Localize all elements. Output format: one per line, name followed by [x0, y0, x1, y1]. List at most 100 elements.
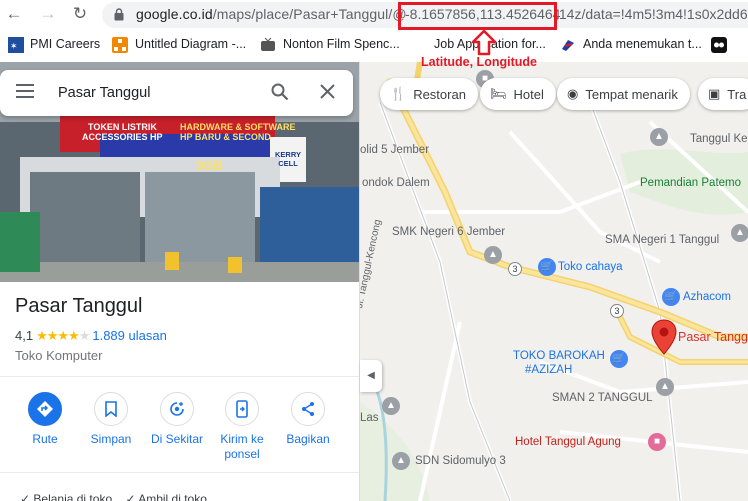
reviews-link[interactable]: 1.889 ulasan [92, 328, 166, 343]
check-icon: ✓ [20, 492, 34, 501]
poi-icon-sman2[interactable]: ▲ [656, 378, 674, 396]
chip-hotel-label: Hotel [513, 86, 544, 102]
action-simpan[interactable]: Simpan [76, 392, 146, 447]
photo-sign-4: HP BARU & SECOND [180, 132, 271, 142]
place-panel: TOKEN LISTRIK ACCESSORIES HP HARDWARE & … [0, 62, 360, 501]
rating-value: 4,1 [15, 328, 34, 343]
poi-icon-las[interactable]: ▲ [382, 397, 400, 415]
divider [0, 472, 359, 473]
selected-place-pin-icon[interactable] [651, 319, 677, 355]
media-icon[interactable] [711, 37, 727, 53]
chip-transit-label: Tra [727, 86, 747, 102]
reload-button[interactable]: ↻ [70, 4, 90, 24]
photo-sign-2: ACCESSORIES HP [82, 132, 163, 142]
map-label-toko-cahaya: Toko cahaya [558, 261, 623, 273]
restaurant-icon: 🍴 [390, 86, 407, 101]
map-label-barokah-2: #AZIZAH [525, 364, 573, 376]
chip-tempat-label: Tempat menarik [585, 86, 678, 102]
map-label-sman2: SMAN 2 TANGGUL [552, 392, 653, 404]
map-label-hotel: Hotel Tanggul Agung [515, 436, 621, 448]
action-di-sekitar[interactable]: Di Sekitar [142, 392, 212, 447]
check-icon: ✓ [125, 492, 139, 501]
map-label-smp5: olid 5 Jember [360, 144, 430, 156]
place-title: Pasar Tanggul [15, 295, 143, 317]
map-canvas[interactable]: Jl. Tanggul-Kencong 3 3 ▲ Tanggul Kecam … [360, 62, 748, 501]
directions-icon [28, 392, 62, 426]
route-shield-3a: 3 [508, 262, 522, 276]
map-label-tanggul-kecam: Tanggul Kecam [690, 133, 748, 145]
photo-sign-1: TOKEN LISTRIK [88, 122, 157, 132]
action-kirim-label: Kirim ke ponsel [220, 432, 264, 461]
map-label-pondok: ondok Dalem [362, 177, 430, 189]
forward-button[interactable]: → [38, 4, 58, 24]
brand-icon [560, 37, 576, 53]
rating-row: 4,1 ★★★★★ 1.889 ulasan [15, 328, 167, 344]
service-option-2: Ambil di toko [138, 492, 207, 501]
bookmark-pmi[interactable]: PMI Careers [30, 37, 100, 51]
hotel-icon: 🛏 [490, 86, 507, 101]
chip-restoran-label: Restoran [413, 86, 466, 102]
photo-sign-6: KERRY CELL [275, 150, 301, 168]
route-shield-3b: 3 [610, 304, 624, 318]
service-options: ✓ Belanja di toko ✓ Ambil di toko [20, 492, 207, 501]
poi-icon-sdn[interactable]: ▲ [392, 452, 410, 470]
coordinates-highlight-box [398, 2, 557, 30]
action-di-sekitar-label: Di Sekitar [150, 432, 203, 446]
action-rute[interactable]: Rute [10, 392, 80, 447]
pmi-icon: ✶ [8, 37, 24, 53]
action-bagikan[interactable]: Bagikan [273, 392, 343, 447]
map-label-pemandian: Pemandian Patemo [640, 177, 742, 189]
collapse-panel-button[interactable]: ◀ [360, 360, 382, 392]
camera-icon: ◉ [567, 86, 579, 101]
nearby-icon [160, 392, 194, 426]
search-icon[interactable] [271, 83, 289, 106]
chip-restoran[interactable]: 🍴 Restoran [380, 78, 478, 110]
action-kirim-ke-ponsel[interactable]: Kirim ke ponsel [207, 392, 277, 462]
poi-icon-toko-cahaya[interactable]: 🛒 [538, 258, 556, 276]
chip-transit[interactable]: ▣ Tra [698, 78, 748, 110]
chip-hotel[interactable]: 🛏 Hotel [480, 78, 556, 110]
bookmark-nonton-film[interactable]: Nonton Film Spenc... [283, 37, 400, 51]
annotation-arrow-icon [471, 30, 497, 56]
url-tail: ,14z/data=!4m5!3m4!1s0x2dd6 [555, 6, 748, 22]
map-label-las: Las [360, 412, 379, 424]
map-label-barokah-1: TOKO BAROKAH [513, 350, 605, 362]
transit-icon: ▣ [708, 86, 721, 101]
url-path: /maps/place/Pasar+Tanggul/@ [212, 6, 407, 22]
map-label-smk6: SMK Negeri 6 Jember [392, 226, 506, 238]
poi-icon-smk6[interactable]: ▲ [484, 246, 502, 264]
share-icon [291, 392, 325, 426]
poi-icon-hotel[interactable]: ■ [648, 433, 666, 451]
action-simpan-label: Simpan [90, 432, 132, 446]
close-icon[interactable] [320, 84, 335, 104]
service-option-1: Belanja di toko [33, 492, 113, 501]
action-bagikan-label: Bagikan [286, 432, 330, 446]
poi-icon-sma1[interactable]: ▲ [731, 224, 748, 242]
send-to-phone-icon [225, 392, 259, 426]
map-label-sdn: SDN Sidomulyo 3 [415, 455, 506, 467]
map-label-pasar-tanggul: Pasar Tanggu [678, 330, 748, 344]
chip-tempat-menarik[interactable]: ◉ Tempat menarik [557, 78, 690, 110]
bookmark-untitled-diagram[interactable]: Untitled Diagram -... [135, 37, 246, 51]
lock-icon [114, 8, 124, 21]
photo-sign-5: 3GB [196, 158, 223, 173]
search-input[interactable]: Pasar Tanggul [58, 85, 150, 101]
drawio-icon [112, 37, 128, 53]
bookmark-anda-menemukan[interactable]: Anda menemukan t... [583, 37, 702, 51]
browser-toolbar: ← → ↻ google.co.id/maps/place/Pasar+Tang… [0, 0, 748, 30]
bookmarks-bar: ✶ PMI Careers Untitled Diagram -... Nont… [0, 30, 748, 58]
url-text: google.co.id/maps/place/Pasar+Tanggul/@ [136, 6, 407, 22]
action-rute-label: Rute [32, 432, 58, 446]
back-button[interactable]: ← [4, 4, 24, 24]
map-label-sma1: SMA Negeri 1 Tanggul [605, 234, 720, 246]
place-category[interactable]: Toko Komputer [15, 348, 102, 363]
poi-icon-barokah[interactable]: 🛒 [610, 350, 628, 368]
menu-icon[interactable] [16, 84, 34, 103]
poi-icon-azhacom[interactable]: 🛒 [662, 288, 680, 306]
map-label-azhacom: Azhacom [683, 291, 731, 303]
svg-text:✶: ✶ [10, 42, 18, 52]
poi-icon-tanggul-kecam[interactable]: ▲ [650, 128, 668, 146]
tv-icon [260, 37, 276, 53]
search-box[interactable]: Pasar Tanggul [0, 70, 353, 116]
divider [0, 376, 359, 377]
